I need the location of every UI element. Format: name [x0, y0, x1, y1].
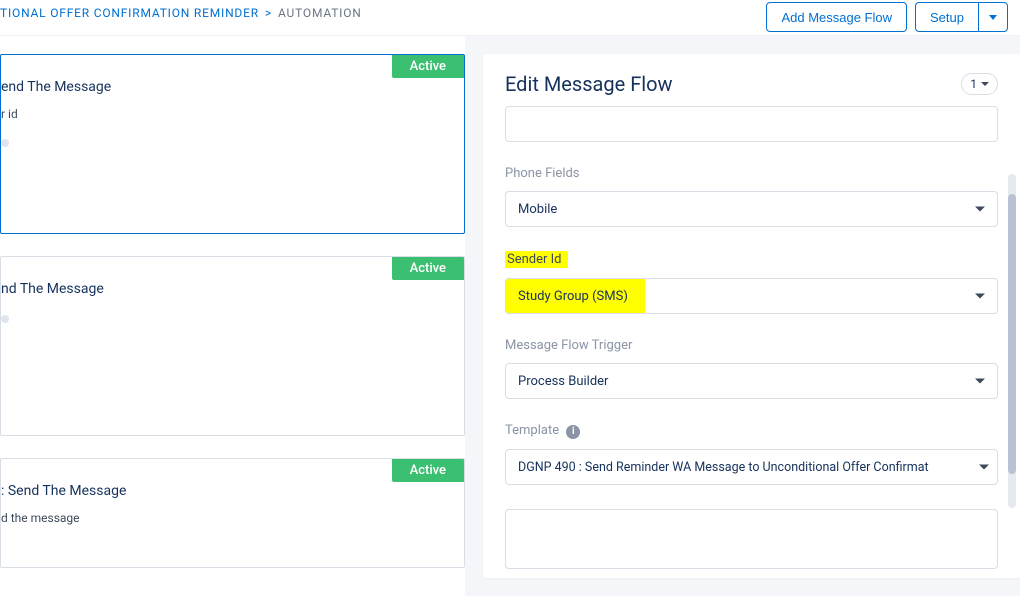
select-value: DGNP 490 : Send Reminder WA Message to U…: [518, 460, 929, 475]
breadcrumb-link[interactable]: TIONAL OFFER CONFIRMATION REMINDER: [0, 6, 259, 20]
caret-down-icon: [975, 379, 985, 384]
chevron-down-icon: [989, 15, 997, 20]
panel-body: Phone Fields Mobile Sender Id Study Grou…: [483, 106, 1020, 578]
edit-panel-col: Edit Message Flow 1 Phone Fields Mobile: [465, 36, 1020, 596]
header-bar: TIONAL OFFER CONFIRMATION REMINDER > AUT…: [0, 0, 1020, 36]
trigger-label: Message Flow Trigger: [505, 338, 998, 353]
breadcrumb: TIONAL OFFER CONFIRMATION REMINDER > AUT…: [0, 2, 362, 20]
sender-id-label-wrap: Sender Id: [505, 251, 998, 268]
flow-card[interactable]: Active : Send The Message d the message: [0, 458, 465, 568]
header-actions: Add Message Flow Setup: [766, 2, 1008, 32]
select-value: Study Group (SMS): [518, 289, 628, 304]
panel-title: Edit Message Flow: [505, 72, 673, 96]
flow-card-sub: r id: [1, 107, 452, 121]
caret-down-icon: [981, 82, 989, 86]
setup-split-button: Setup: [915, 2, 1008, 32]
flow-card-dot-icon: [1, 315, 9, 323]
name-input[interactable]: [505, 106, 998, 142]
breadcrumb-separator: >: [265, 6, 272, 20]
version-selector[interactable]: 1: [961, 73, 998, 95]
scrollbar-thumb[interactable]: [1008, 194, 1016, 474]
flow-card[interactable]: Active end The Message r id: [0, 54, 465, 234]
breadcrumb-current: AUTOMATION: [278, 6, 362, 20]
phone-fields-select[interactable]: Mobile: [505, 191, 998, 227]
template-select[interactable]: DGNP 490 : Send Reminder WA Message to U…: [505, 449, 998, 485]
template-label: Template i: [505, 423, 998, 439]
select-value: Mobile: [518, 202, 557, 217]
flow-card[interactable]: Active nd The Message: [0, 256, 465, 436]
flow-card-title: nd The Message: [1, 281, 452, 297]
status-badge: Active: [392, 55, 464, 78]
flow-card-title: end The Message: [1, 79, 452, 95]
sender-id-label: Sender Id: [505, 251, 568, 268]
panel-header: Edit Message Flow 1: [483, 54, 1020, 106]
caret-down-icon: [975, 294, 985, 299]
status-badge: Active: [392, 257, 464, 280]
flow-card-dot-icon: [1, 139, 9, 147]
status-badge: Active: [392, 459, 464, 482]
flow-list: Active end The Message r id Active nd Th…: [0, 36, 465, 596]
add-message-flow-button[interactable]: Add Message Flow: [766, 2, 907, 32]
caret-down-icon: [979, 465, 989, 470]
flow-card-sub: d the message: [1, 511, 452, 525]
sender-id-select-wrap: Study Group (SMS): [505, 278, 998, 314]
setup-button[interactable]: Setup: [915, 2, 978, 32]
phone-fields-label: Phone Fields: [505, 166, 998, 181]
content-area: Active end The Message r id Active nd Th…: [0, 36, 1020, 596]
template-label-text: Template: [505, 423, 559, 438]
version-label: 1: [970, 77, 977, 91]
trigger-select[interactable]: Process Builder: [505, 363, 998, 399]
page-root: TIONAL OFFER CONFIRMATION REMINDER > AUT…: [0, 0, 1020, 596]
setup-dropdown-button[interactable]: [978, 2, 1008, 32]
flow-card-title: : Send The Message: [1, 483, 452, 499]
select-value: Process Builder: [518, 374, 608, 389]
message-textarea[interactable]: [505, 509, 998, 569]
info-icon[interactable]: i: [566, 425, 580, 439]
edit-message-flow-panel: Edit Message Flow 1 Phone Fields Mobile: [483, 54, 1020, 578]
sender-id-select[interactable]: Study Group (SMS): [505, 278, 998, 314]
caret-down-icon: [975, 207, 985, 212]
